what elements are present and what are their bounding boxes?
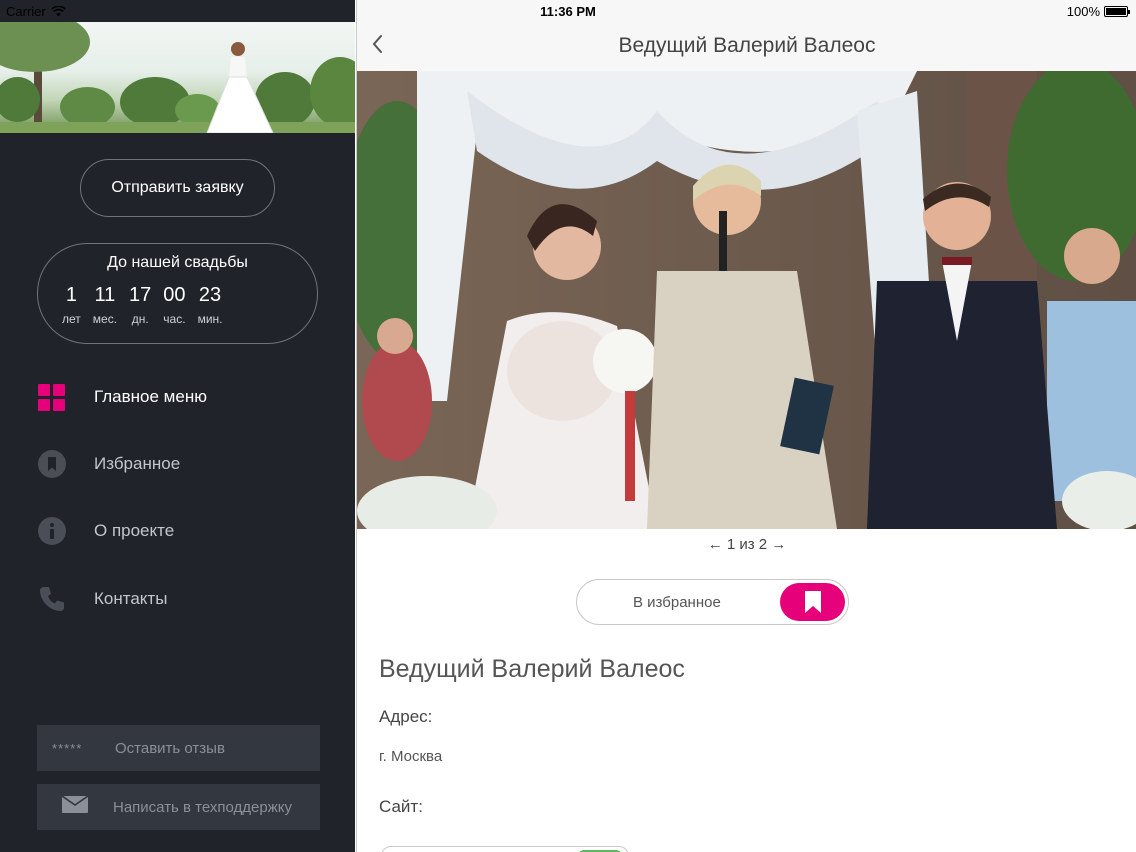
bookmark-icon [37,450,66,479]
countdown-years-value: 1 [65,284,77,306]
sidebar-item-favorites[interactable]: Избранное [37,444,337,484]
countdown-years: 1 лет [62,284,81,326]
photo-gallery-image[interactable] [357,71,1136,529]
countdown-years-label: лет [62,312,81,326]
site-link[interactable] [381,846,629,852]
countdown-days-value: 17 [129,284,152,306]
main-content: Ведущий Валерий Валеос ← 1 из 2 → В избр… [356,0,1136,852]
leave-review-label: Оставить отзыв [115,739,225,757]
countdown-title: До нашей свадьбы [107,254,248,271]
address-value: г. Москва [379,748,443,765]
bride-figure [206,42,274,133]
battery-fill [1106,8,1126,15]
countdown-minutes: 23 мин. [198,284,223,326]
write-support-button[interactable]: Написать в техподдержку [37,784,320,830]
bookmark-toggle[interactable] [780,583,845,621]
countdown-hours: 00 час. [163,284,185,326]
status-right: 100% [1066,4,1130,19]
wedding-countdown: До нашей свадьбы 1 лет 11 мес. 17 дн. 00… [37,243,318,344]
status-bar: Carrier 11:36 PM 100% [0,0,1136,22]
countdown-hours-label: час. [163,312,186,326]
add-to-favorites-label: В избранное [633,594,721,611]
mail-icon [61,795,113,818]
address-label: Адрес: [379,707,433,726]
sidebar-item-main-menu[interactable]: Главное меню [37,377,337,417]
site-label: Сайт: [379,797,423,816]
vendor-title: Ведущий Валерий Валеос [379,655,685,683]
write-support-label: Написать в техподдержку [113,798,292,816]
countdown-hours-value: 00 [163,284,186,306]
sidebar-item-label: Главное меню [94,387,207,406]
info-icon [37,517,66,546]
countdown-minutes-label: мин. [197,312,223,326]
countdown-months-label: мес. [92,312,118,326]
add-to-favorites-button[interactable]: В избранное [576,579,849,625]
countdown-months: 11 мес. [93,284,117,326]
battery-percent: 100% [1066,4,1100,19]
grid-icon [37,383,66,412]
sidebar-header-photo [0,22,355,133]
countdown-minutes-value: 23 [198,284,222,306]
sidebar-item-label: Контакты [94,589,168,608]
countdown-months-value: 11 [94,284,116,306]
status-time: 11:36 PM [540,4,596,19]
bookmark-icon [804,591,821,613]
stars-icon: ***** [52,740,83,756]
gallery-pager[interactable]: ← 1 из 2 → [357,536,1136,553]
phone-icon [37,585,66,614]
countdown-days: 17 дн. [129,284,151,326]
wedding-ceremony-photo [357,71,1136,529]
sidebar-item-contacts[interactable]: Контакты [37,579,337,619]
nav-title: Ведущий Валерий Валеос [618,34,876,57]
battery-icon [1104,6,1130,17]
sidebar-item-label: Избранное [94,454,181,473]
countdown-units: 1 лет 11 мес. 17 дн. 00 час. 23 мин. [62,284,234,326]
send-request-button[interactable]: Отправить заявку [80,159,275,217]
countdown-days-label: дн. [131,312,149,326]
sidebar: Отправить заявку До нашей свадьбы 1 лет … [0,0,355,852]
leave-review-button[interactable]: ***** Оставить отзыв [37,725,320,771]
sidebar-item-about[interactable]: О проекте [37,511,337,551]
sidebar-item-label: О проекте [94,521,175,540]
